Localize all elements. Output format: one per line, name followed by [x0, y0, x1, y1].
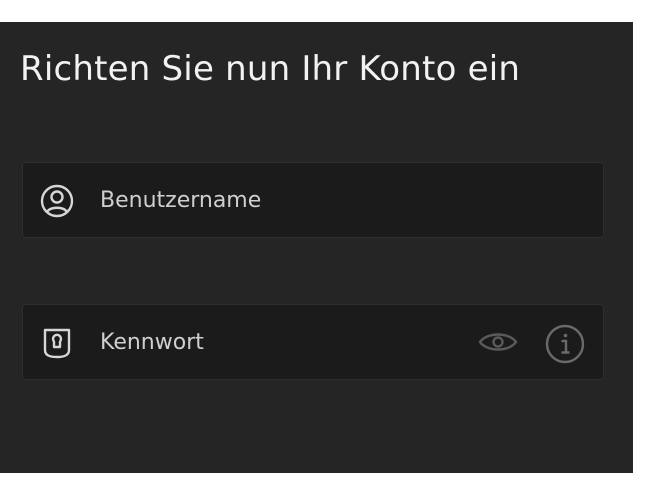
user-circle-icon [40, 184, 74, 218]
account-setup-panel: Richten Sie nun Ihr Konto ein [0, 22, 633, 473]
username-input[interactable] [100, 163, 460, 237]
keyhole-icon [40, 326, 74, 360]
password-field[interactable] [22, 304, 604, 380]
eye-icon[interactable] [478, 325, 518, 359]
password-input[interactable] [100, 305, 460, 379]
page-title: Richten Sie nun Ihr Konto ein [20, 49, 521, 89]
username-field[interactable] [22, 162, 604, 238]
info-icon[interactable] [545, 324, 585, 364]
